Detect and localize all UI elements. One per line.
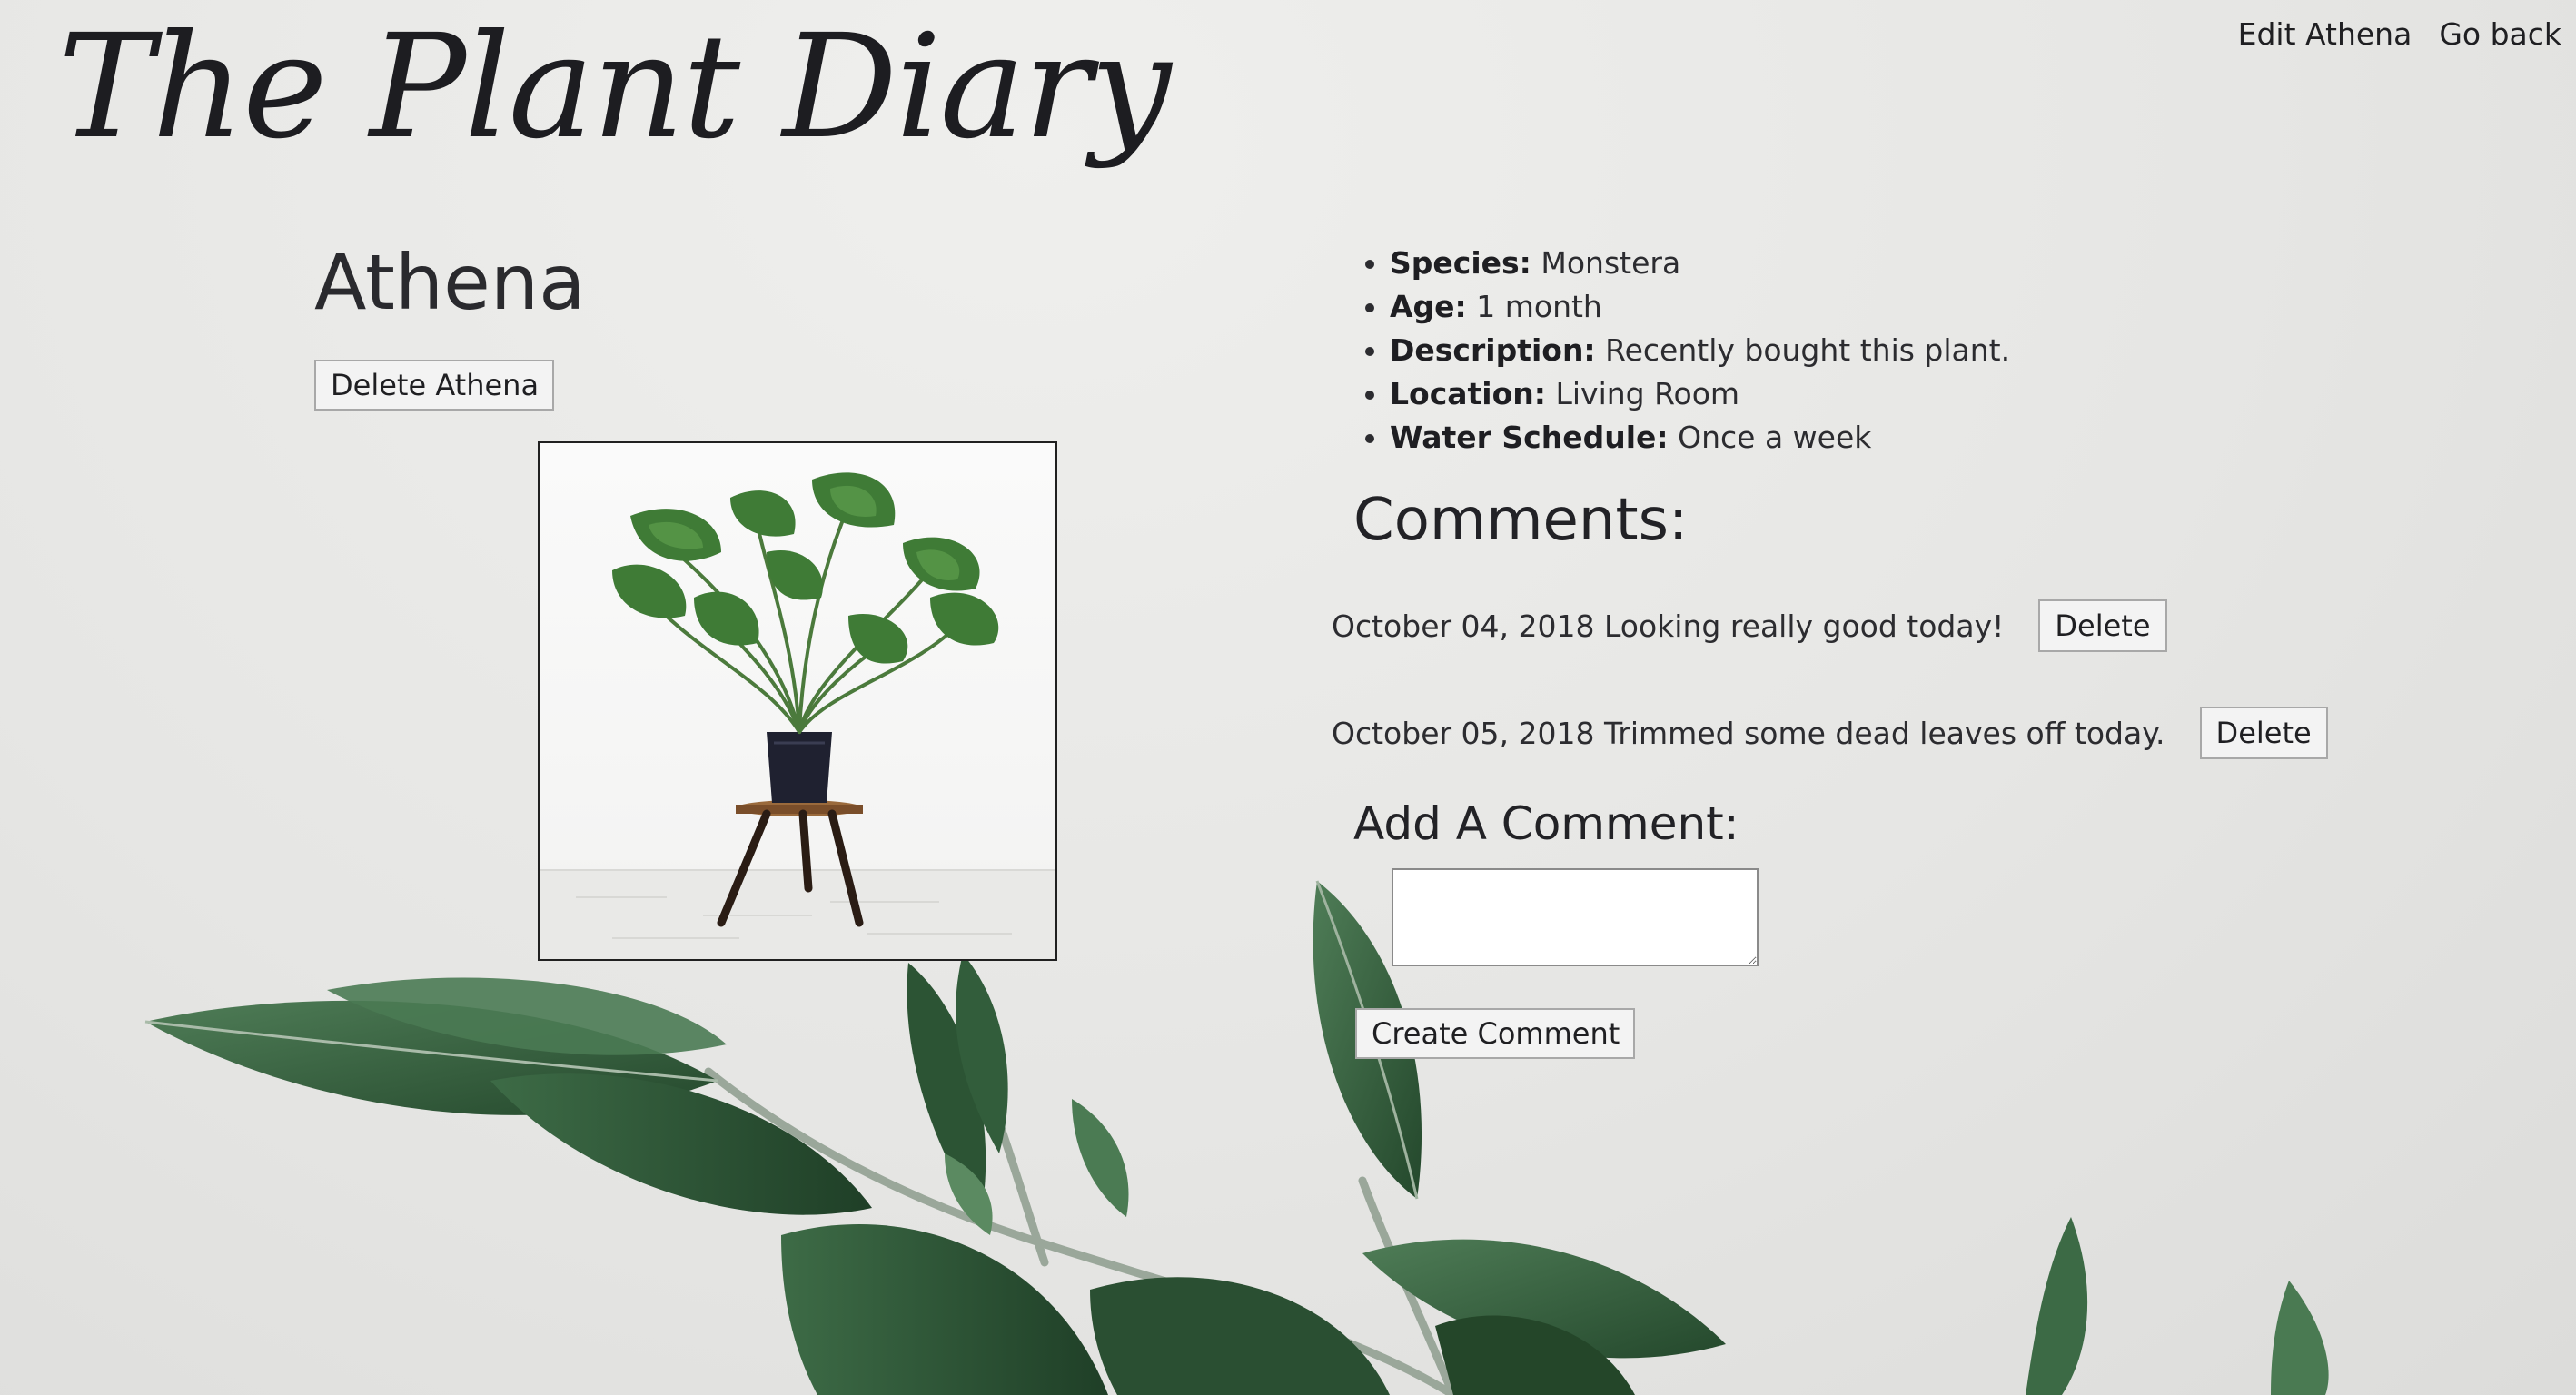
background-image bbox=[0, 0, 2576, 1395]
site-logo: The Plant Diary bbox=[58, 4, 1172, 171]
detail-location: Location: Living Room bbox=[1390, 372, 2010, 416]
detail-species: Species: Monstera bbox=[1390, 242, 2010, 285]
delete-comment-button[interactable]: Delete bbox=[2199, 707, 2328, 759]
create-comment-button[interactable]: Create Comment bbox=[1355, 1008, 1635, 1059]
detail-label: Description: bbox=[1390, 332, 1596, 368]
delete-plant-button[interactable]: Delete Athena bbox=[314, 360, 554, 411]
detail-label: Species: bbox=[1390, 245, 1531, 281]
comments-heading: Comments: bbox=[1353, 487, 1689, 554]
detail-label: Age: bbox=[1390, 289, 1467, 324]
comment-item: October 05, 2018 Trimmed some dead leave… bbox=[1332, 707, 2328, 759]
comment-text: October 04, 2018 Looking really good tod… bbox=[1332, 608, 2005, 644]
detail-description: Description: Recently bought this plant. bbox=[1390, 329, 2010, 372]
monstera-plant-image bbox=[540, 472, 1055, 959]
add-comment-heading: Add A Comment: bbox=[1353, 797, 1739, 850]
plant-details-list: Species: Monstera Age: 1 month Descripti… bbox=[1353, 242, 2010, 460]
comment-textarea[interactable] bbox=[1392, 868, 1759, 966]
plant-photo bbox=[538, 441, 1057, 961]
background-leaves-illustration bbox=[144, 880, 2329, 1395]
detail-label: Water Schedule: bbox=[1390, 420, 1669, 455]
detail-value: Once a week bbox=[1678, 420, 1872, 455]
delete-comment-button[interactable]: Delete bbox=[2038, 599, 2167, 652]
detail-value: Monstera bbox=[1541, 245, 1681, 281]
detail-value: Recently bought this plant. bbox=[1605, 332, 2011, 368]
detail-label: Location: bbox=[1390, 376, 1546, 411]
comment-item: October 04, 2018 Looking really good tod… bbox=[1332, 599, 2167, 652]
detail-water-schedule: Water Schedule: Once a week bbox=[1390, 416, 2010, 460]
detail-value: Living Room bbox=[1555, 376, 1740, 411]
edit-plant-link[interactable]: Edit Athena bbox=[2238, 16, 2413, 52]
detail-age: Age: 1 month bbox=[1390, 285, 2010, 329]
top-nav: Edit Athena Go back bbox=[2238, 16, 2561, 52]
detail-value: 1 month bbox=[1476, 289, 1602, 324]
go-back-link[interactable]: Go back bbox=[2439, 16, 2561, 52]
comment-text: October 05, 2018 Trimmed some dead leave… bbox=[1332, 715, 2165, 751]
plant-name-heading: Athena bbox=[314, 238, 586, 327]
